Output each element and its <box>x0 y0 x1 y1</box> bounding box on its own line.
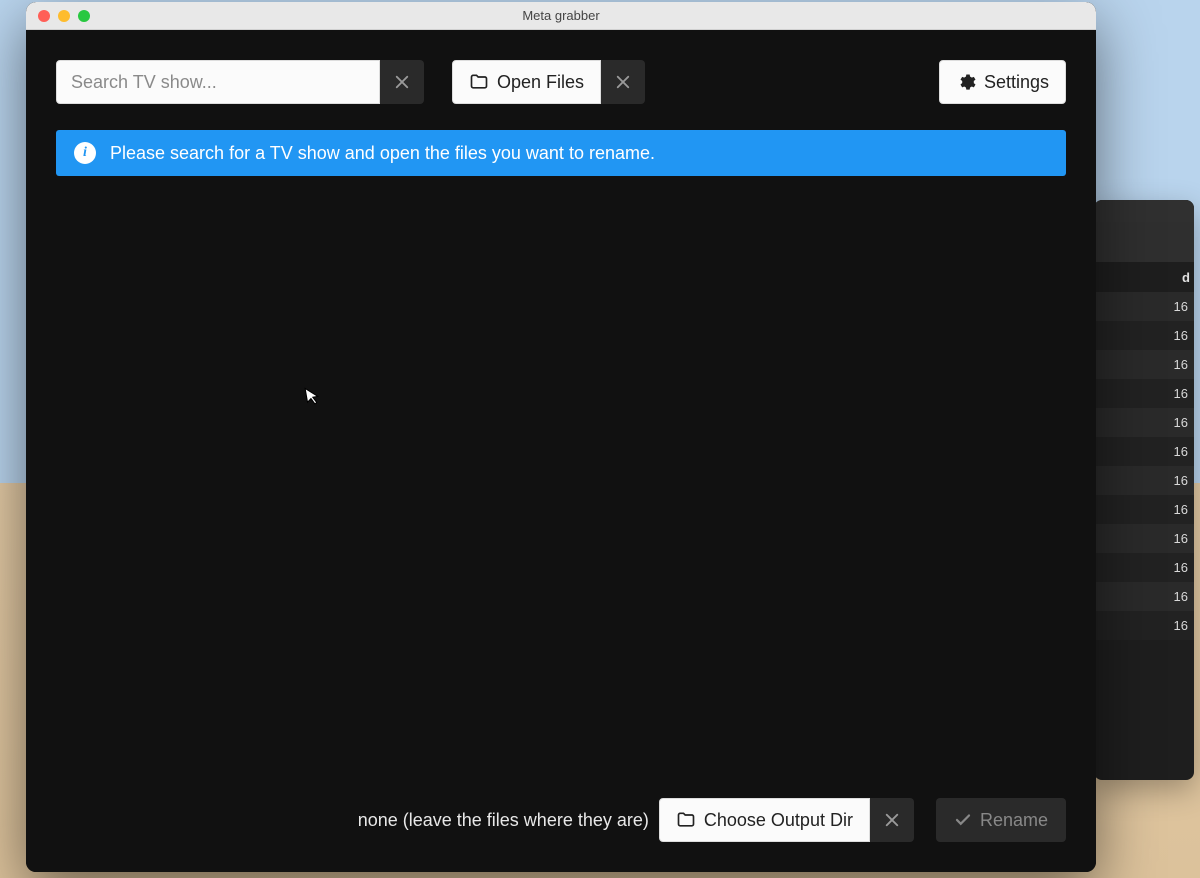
bg-table-row: 16 <box>1094 292 1194 321</box>
bg-table-row: 16 <box>1094 495 1194 524</box>
settings-button[interactable]: Settings <box>939 60 1066 104</box>
bottom-toolbar: none (leave the files where they are) Ch… <box>56 798 1066 842</box>
bg-table-row: 16 <box>1094 350 1194 379</box>
cursor-icon <box>304 385 324 412</box>
bg-table-row: 16 <box>1094 437 1194 466</box>
settings-label: Settings <box>984 72 1049 93</box>
open-files-label: Open Files <box>497 72 584 93</box>
titlebar: Meta grabber <box>26 2 1096 30</box>
info-message: Please search for a TV show and open the… <box>110 143 655 164</box>
x-icon <box>883 811 901 829</box>
open-files-button[interactable]: Open Files <box>452 60 601 104</box>
rename-button[interactable]: Rename <box>936 798 1066 842</box>
background-window: d 161616161616161616161616 <box>1094 200 1194 780</box>
bg-table-row: 16 <box>1094 611 1194 640</box>
bg-column-header: d <box>1094 262 1194 292</box>
choose-output-dir-button[interactable]: Choose Output Dir <box>659 798 870 842</box>
bg-table-row: 16 <box>1094 553 1194 582</box>
folder-icon <box>469 72 489 92</box>
bg-table-row: 16 <box>1094 582 1194 611</box>
search-input[interactable] <box>56 60 380 104</box>
app-content: Open Files Settings i Please search for … <box>26 30 1096 872</box>
info-icon: i <box>74 142 96 164</box>
x-icon <box>393 73 411 91</box>
x-icon <box>614 73 632 91</box>
choose-output-dir-label: Choose Output Dir <box>704 810 853 831</box>
window-title: Meta grabber <box>26 8 1096 23</box>
bg-table-row: 16 <box>1094 408 1194 437</box>
clear-search-button[interactable] <box>380 60 424 104</box>
gear-icon <box>956 72 976 92</box>
bg-table-row: 16 <box>1094 524 1194 553</box>
output-dir-label: none (leave the files where they are) <box>358 810 649 831</box>
clear-files-button[interactable] <box>601 60 645 104</box>
bg-window-header <box>1094 200 1194 222</box>
bg-table-row: 16 <box>1094 321 1194 350</box>
check-icon <box>954 811 972 829</box>
bg-table-row: 16 <box>1094 466 1194 495</box>
main-app-window: Meta grabber Open Files Settings i <box>26 2 1096 872</box>
bg-window-toolbar <box>1094 222 1194 262</box>
folder-icon <box>676 810 696 830</box>
info-banner: i Please search for a TV show and open t… <box>56 130 1066 176</box>
top-toolbar: Open Files Settings <box>56 60 1066 104</box>
clear-output-dir-button[interactable] <box>870 798 914 842</box>
bg-table-row: 16 <box>1094 379 1194 408</box>
rename-label: Rename <box>980 810 1048 831</box>
